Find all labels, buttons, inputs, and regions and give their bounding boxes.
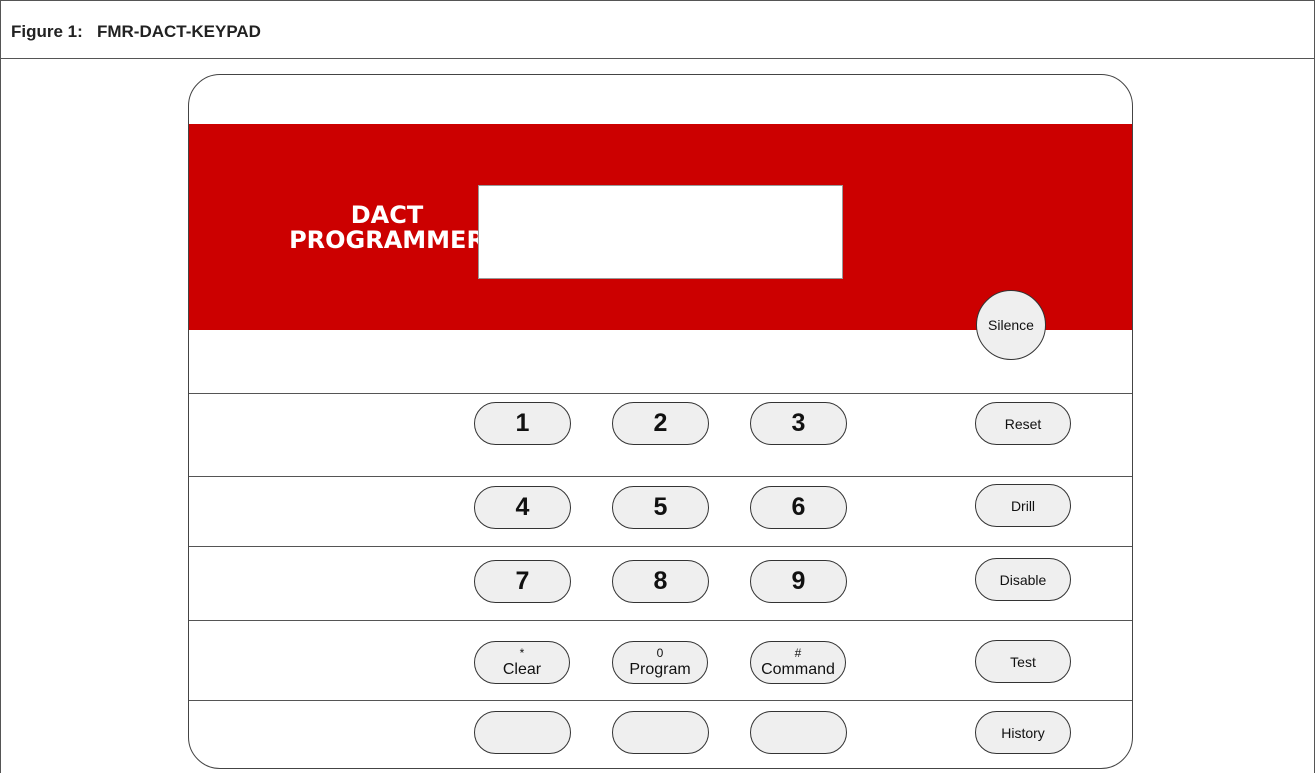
row-divider <box>189 620 1132 621</box>
program-key-label: Program <box>629 661 691 678</box>
command-key-symbol: # <box>794 646 802 660</box>
key-2-button[interactable]: 2 <box>612 402 709 445</box>
brand-label: DACT PROGRAMMER <box>287 203 487 253</box>
program-button[interactable]: 0 Program <box>612 641 708 684</box>
key-7-button[interactable]: 7 <box>474 560 571 603</box>
history-button[interactable]: History <box>975 711 1071 754</box>
key-6-button[interactable]: 6 <box>750 486 847 529</box>
row-divider <box>189 476 1132 477</box>
key-4-button[interactable]: 4 <box>474 486 571 529</box>
clear-key-symbol: * <box>519 646 525 660</box>
clear-button[interactable]: * Clear <box>474 641 570 684</box>
silence-button[interactable]: Silence <box>976 290 1046 360</box>
drill-button[interactable]: Drill <box>975 484 1071 527</box>
test-button[interactable]: Test <box>975 640 1071 683</box>
lcd-display <box>478 185 843 279</box>
disable-button[interactable]: Disable <box>975 558 1071 601</box>
key-5-button[interactable]: 5 <box>612 486 709 529</box>
keypad-panel: DACT PROGRAMMER Silence 1 2 3 Reset 4 5 … <box>188 74 1133 769</box>
command-button[interactable]: # Command <box>750 641 846 684</box>
command-key-label: Command <box>761 661 835 678</box>
key-1-button[interactable]: 1 <box>474 402 571 445</box>
blank-key-button[interactable] <box>750 711 847 754</box>
blank-key-button[interactable] <box>612 711 709 754</box>
key-3-button[interactable]: 3 <box>750 402 847 445</box>
brand-line-2: PROGRAMMER <box>289 226 485 254</box>
blank-key-button[interactable] <box>474 711 571 754</box>
key-9-button[interactable]: 9 <box>750 560 847 603</box>
figure-caption: Figure 1: FMR-DACT-KEYPAD <box>11 22 261 41</box>
row-divider <box>189 700 1132 701</box>
reset-button[interactable]: Reset <box>975 402 1071 445</box>
brand-line-1: DACT <box>350 201 424 229</box>
row-divider <box>189 393 1132 394</box>
clear-key-label: Clear <box>502 661 542 678</box>
row-divider <box>189 546 1132 547</box>
figure-caption-bar: Figure 1: FMR-DACT-KEYPAD <box>1 1 1314 59</box>
key-8-button[interactable]: 8 <box>612 560 709 603</box>
program-key-symbol: 0 <box>656 646 664 660</box>
